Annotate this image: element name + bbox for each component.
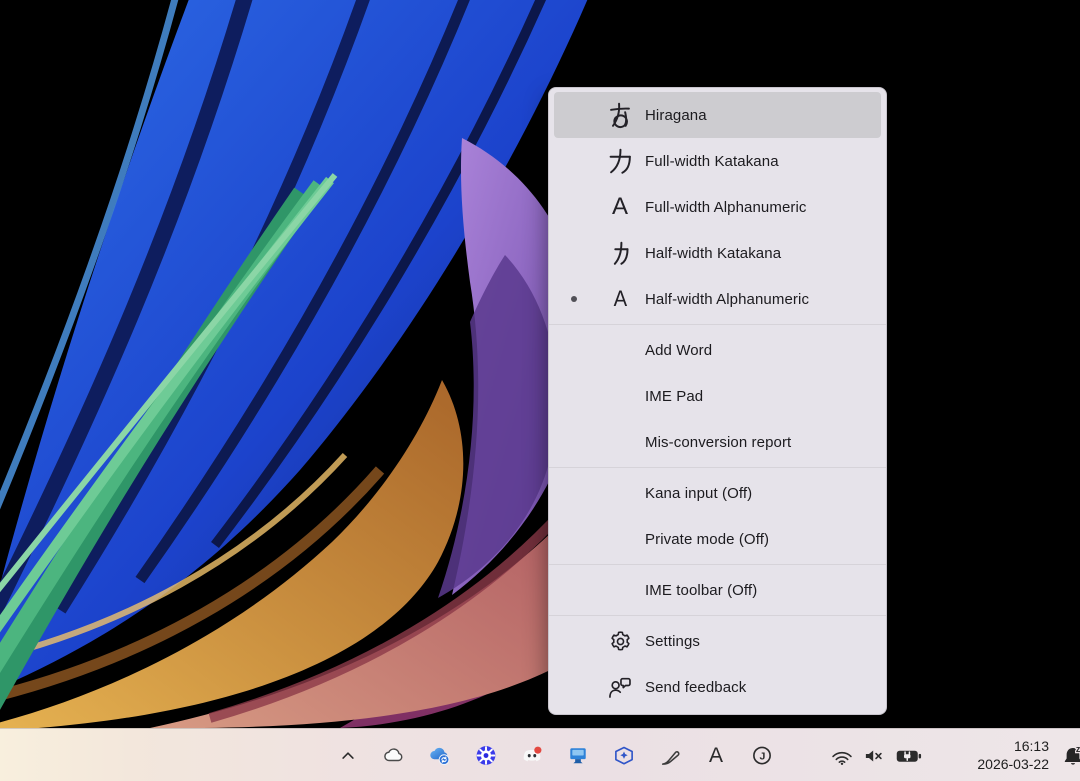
menu-item-fullwidth-katakana[interactable]: Full-width Katakana: [554, 138, 881, 184]
desktop-wallpaper: [0, 0, 1080, 728]
svg-text:J: J: [759, 751, 765, 763]
menu-item-label: Add Word: [645, 342, 712, 359]
cloud-sync-icon[interactable]: [427, 743, 453, 769]
chevron-up-icon: [335, 743, 361, 769]
menu-item-add-word[interactable]: Add Word: [554, 327, 881, 373]
clock[interactable]: 16:13 2026-03-22: [945, 738, 1049, 774]
menu-divider: [549, 324, 886, 325]
selected-mode-bullet: [561, 296, 587, 302]
desktop[interactable]: Hiragana Full-width Katakana A Full-widt…: [0, 0, 1080, 781]
menu-item-label: Send feedback: [645, 679, 746, 696]
menu-item-label: Half-width Alphanumeric: [645, 291, 809, 308]
dev-box-app-icon[interactable]: [611, 743, 637, 769]
menu-item-label: Mis-conversion report: [645, 434, 791, 451]
wifi-icon[interactable]: [829, 743, 855, 769]
discord-notification-badge: [534, 746, 541, 753]
pen-ink-icon[interactable]: [657, 743, 683, 769]
menu-item-label: Private mode (Off): [645, 531, 769, 548]
menu-item-label: Hiragana: [645, 107, 707, 124]
fullwidth-alpha-icon: A: [602, 189, 638, 225]
battery-charging-icon[interactable]: [893, 743, 925, 769]
menu-item-ime-toolbar[interactable]: IME toolbar (Off): [554, 567, 881, 613]
menu-item-label: Full-width Katakana: [645, 153, 779, 170]
menu-item-halfwidth-alphanumeric[interactable]: A Half-width Alphanumeric: [554, 276, 881, 322]
menu-item-fullwidth-alphanumeric[interactable]: A Full-width Alphanumeric: [554, 184, 881, 230]
menu-item-private-mode[interactable]: Private mode (Off): [554, 516, 881, 562]
menu-divider: [549, 564, 886, 565]
clock-date: 2026-03-22: [945, 756, 1049, 774]
menu-item-send-feedback[interactable]: Send feedback: [554, 664, 881, 710]
menu-item-hiragana[interactable]: Hiragana: [554, 92, 881, 138]
svg-text:z: z: [1076, 743, 1080, 753]
menu-item-label: Kana input (Off): [645, 485, 752, 502]
circled-j-app-icon[interactable]: J: [749, 743, 775, 769]
menu-item-halfwidth-katakana[interactable]: Half-width Katakana: [554, 230, 881, 276]
do-not-disturb-bell-icon[interactable]: z: [1058, 741, 1080, 771]
display-app-icon[interactable]: [565, 743, 591, 769]
fullwidth-katakana-icon: [602, 143, 638, 179]
menu-divider: [549, 615, 886, 616]
menu-divider: [549, 467, 886, 468]
menu-item-ime-pad[interactable]: IME Pad: [554, 373, 881, 419]
settings-gear-icon: [602, 623, 638, 659]
menu-item-kana-input[interactable]: Kana input (Off): [554, 470, 881, 516]
halfwidth-katakana-icon: [602, 235, 638, 271]
blue-ring-app-icon[interactable]: [473, 743, 499, 769]
menu-item-label: Full-width Alphanumeric: [645, 199, 807, 216]
menu-item-label: IME toolbar (Off): [645, 582, 757, 599]
menu-item-label: IME Pad: [645, 388, 703, 405]
menu-item-misconversion-report[interactable]: Mis-conversion report: [554, 419, 881, 465]
show-hidden-icons-button[interactable]: [335, 743, 361, 769]
ime-mode-indicator[interactable]: A: [703, 743, 729, 769]
clock-time: 16:13: [945, 738, 1049, 756]
send-feedback-icon: [602, 669, 638, 705]
hiragana-a-icon: [602, 97, 638, 133]
menu-item-label: Settings: [645, 633, 700, 650]
halfwidth-alpha-icon: A: [602, 281, 638, 317]
discord-icon[interactable]: [519, 743, 545, 769]
volume-muted-icon[interactable]: [861, 743, 887, 769]
taskbar: A J: [0, 728, 1080, 781]
menu-item-settings[interactable]: Settings: [554, 618, 881, 664]
onedrive-cloud-icon[interactable]: [381, 743, 407, 769]
ime-context-menu: Hiragana Full-width Katakana A Full-widt…: [548, 87, 887, 715]
menu-item-label: Half-width Katakana: [645, 245, 781, 262]
